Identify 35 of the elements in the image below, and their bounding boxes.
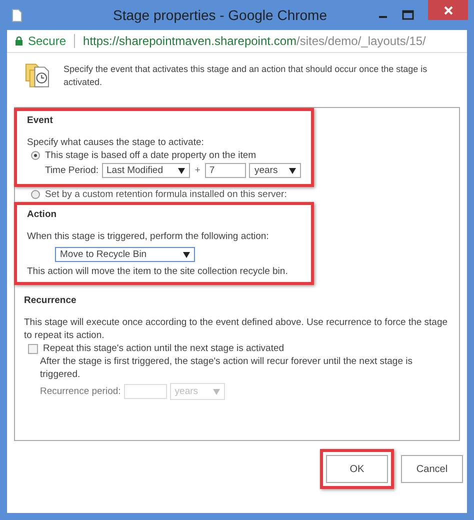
secure-label: Secure xyxy=(28,34,66,48)
caret-icon xyxy=(212,388,220,394)
description-text: This stage will execute once according to the event defined above. Use recurrence to force the stage to repeat its action. xyxy=(24,316,449,342)
note-text: This action will move the item to the site collection recycle bin. xyxy=(27,265,289,278)
address-bar[interactable]: Secure https://sharepointmaven.sharepoint.com/sites/demo/_layouts/15/ xyxy=(7,30,467,53)
url-text: https://sharepointmaven.sharepoint.com/sites/demo/_layouts/15/ xyxy=(83,34,426,48)
radio-button[interactable] xyxy=(31,151,40,160)
section-heading: Event xyxy=(27,115,54,126)
cancel-button[interactable]: Cancel xyxy=(401,455,463,483)
radio-button[interactable] xyxy=(31,190,40,199)
unit-dropdown[interactable]: years xyxy=(249,163,301,178)
ok-button[interactable]: OK xyxy=(326,455,388,483)
field-label: Time Period: xyxy=(45,165,98,176)
radio-option[interactable]: This stage is based off a date property on the item xyxy=(31,150,301,161)
plus-sign: + xyxy=(194,165,202,176)
close-button[interactable] xyxy=(428,0,468,20)
section-heading: Recurrence xyxy=(24,295,78,306)
field-label: Recurrence period: xyxy=(40,386,121,397)
prompt-text: Specify what causes the stage to activate: xyxy=(27,136,205,149)
detail-text: After the stage is first triggered, the stage's action will recur forever until the next stage is triggered. xyxy=(40,355,414,381)
action-dropdown[interactable]: Move to Recycle Bin xyxy=(55,247,195,262)
amount-field[interactable]: 7 xyxy=(205,163,246,178)
lock-icon xyxy=(15,36,23,46)
intro-text: Specify the event that activates this stage and an action that should occur once the stage is activated. xyxy=(63,63,428,89)
close-icon xyxy=(444,6,452,14)
caret-icon xyxy=(183,252,190,258)
prompt-text: When this stage is triggered, perform the following action: xyxy=(27,230,270,243)
caret-icon xyxy=(289,168,296,174)
window-title: Stage properties - Google Chrome xyxy=(112,7,328,23)
section-heading: Action xyxy=(27,209,58,220)
page-icon xyxy=(12,8,22,22)
radio-option[interactable]: Set by a custom retention formula installed on this server: xyxy=(31,189,459,200)
property-dropdown[interactable]: Last Modified xyxy=(102,163,190,178)
maximize-icon[interactable] xyxy=(402,10,414,20)
caret-icon xyxy=(178,168,185,174)
